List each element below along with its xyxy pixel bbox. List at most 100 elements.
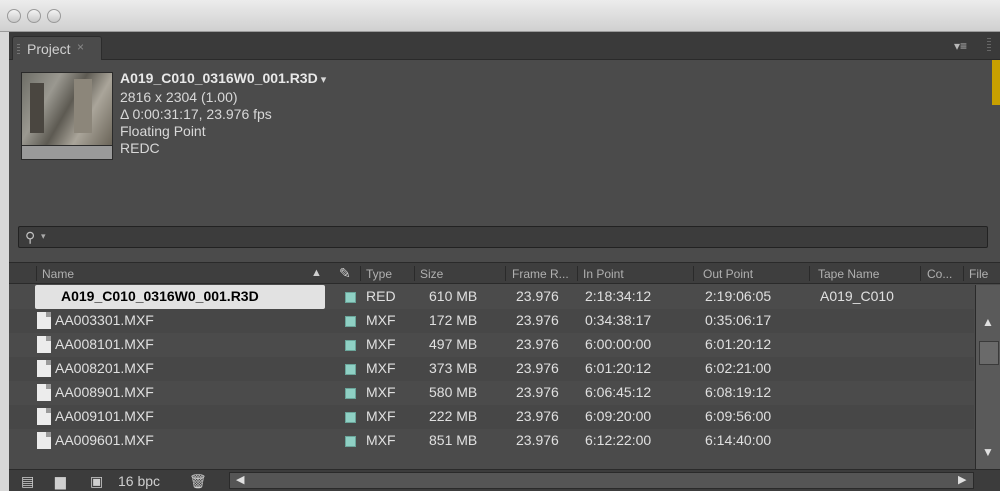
panel-tabbar: Project × ▾≡ — [9, 32, 1000, 60]
row-out-point: 6:14:40:00 — [705, 432, 772, 448]
column-separator[interactable] — [360, 266, 361, 281]
row-out-point: 6:09:56:00 — [705, 408, 772, 424]
row-out-point: 6:01:20:12 — [705, 336, 772, 352]
row-type: MXF — [366, 384, 396, 400]
close-window-button[interactable] — [7, 9, 21, 23]
column-type[interactable]: Type — [366, 267, 392, 281]
row-out-point: 6:08:19:12 — [705, 384, 772, 400]
table-row[interactable]: A019_C010_0316W0_001.R3D RED 610 MB 23.9… — [9, 285, 974, 309]
table-row[interactable]: AA003301.MXF MXF 172 MB 23.976 0:34:38:1… — [9, 309, 974, 333]
tab-grip-icon[interactable] — [17, 44, 20, 54]
column-in-point[interactable]: In Point — [583, 267, 624, 281]
label-tag-icon[interactable]: ✎ — [339, 265, 351, 282]
row-type: RED — [366, 288, 396, 304]
row-size: 580 MB — [429, 384, 478, 400]
row-name: AA009101.MXF — [55, 408, 154, 424]
column-separator[interactable] — [505, 266, 506, 281]
label-swatch[interactable] — [345, 364, 356, 375]
search-options-icon[interactable]: ▾ — [41, 231, 46, 242]
column-separator[interactable] — [963, 266, 964, 281]
column-file[interactable]: File — [969, 267, 988, 281]
column-size[interactable]: Size — [420, 267, 443, 281]
row-out-point: 6:02:21:00 — [705, 360, 772, 376]
bpc-label[interactable]: 16 bpc — [118, 473, 160, 489]
scroll-up-icon[interactable]: ▲ — [982, 315, 994, 329]
zoom-window-button[interactable] — [47, 9, 61, 23]
label-swatch[interactable] — [345, 340, 356, 351]
column-separator[interactable] — [693, 266, 694, 281]
row-name: AA009601.MXF — [55, 432, 154, 448]
column-separator[interactable] — [414, 266, 415, 281]
trash-icon[interactable]: 🗑 — [189, 473, 207, 490]
vertical-scrollbar[interactable]: ▲ ▼ — [975, 285, 1000, 481]
row-frame-rate: 23.976 — [516, 288, 559, 304]
row-frame-rate: 23.976 — [516, 336, 559, 352]
new-folder-icon[interactable]: ▆ — [55, 473, 66, 490]
label-swatch[interactable] — [345, 436, 356, 447]
row-name: AA008901.MXF — [55, 384, 154, 400]
column-separator[interactable] — [577, 266, 578, 281]
row-type: MXF — [366, 312, 396, 328]
new-composition-icon[interactable]: ▣ — [90, 473, 103, 490]
panel-grip-icon[interactable] — [987, 38, 991, 52]
column-tape-name[interactable]: Tape Name — [818, 267, 879, 281]
tab-close-icon[interactable]: × — [77, 40, 84, 54]
panel-menu-icon[interactable]: ▾≡ — [954, 39, 967, 53]
chevron-down-icon[interactable]: ▾ — [321, 74, 327, 86]
info-filename: A019_C010_0316W0_001.R3D — [120, 70, 318, 86]
column-comment[interactable]: Co... — [927, 267, 952, 281]
table-row[interactable]: AA008101.MXF MXF 497 MB 23.976 6:00:00:0… — [9, 333, 974, 357]
column-frame-rate[interactable]: Frame R... — [512, 267, 569, 281]
table-row[interactable]: AA008201.MXF MXF 373 MB 23.976 6:01:20:1… — [9, 357, 974, 381]
label-swatch[interactable] — [345, 292, 356, 303]
label-swatch[interactable] — [345, 412, 356, 423]
row-frame-rate: 23.976 — [516, 312, 559, 328]
thumbnail-bar — [22, 145, 112, 159]
column-separator[interactable] — [920, 266, 921, 281]
column-name[interactable]: Name — [42, 267, 74, 281]
table-row[interactable]: AA008901.MXF MXF 580 MB 23.976 6:06:45:1… — [9, 381, 974, 405]
table-row[interactable]: AA009601.MXF MXF 851 MB 23.976 6:12:22:0… — [9, 429, 974, 453]
search-icon[interactable]: ⚲ — [25, 229, 35, 246]
info-duration: Δ 0:00:31:17, 23.976 fps — [120, 106, 272, 122]
tab-label: Project — [27, 41, 71, 57]
scroll-right-icon[interactable]: ▶ — [958, 473, 966, 486]
tab-project[interactable]: Project × — [12, 36, 102, 60]
column-out-point[interactable]: Out Point — [703, 267, 753, 281]
row-name: AA008101.MXF — [55, 336, 154, 352]
scroll-down-icon[interactable]: ▼ — [982, 445, 994, 459]
row-size: 851 MB — [429, 432, 478, 448]
row-frame-rate: 23.976 — [516, 384, 559, 400]
item-info: A019_C010_0316W0_001.R3D ▾ 2816 x 2304 (1… — [120, 70, 326, 157]
row-in-point: 6:09:20:00 — [585, 408, 652, 424]
column-separator[interactable] — [36, 266, 37, 281]
row-frame-rate: 23.976 — [516, 408, 559, 424]
row-name: AA008201.MXF — [55, 360, 154, 376]
search-input[interactable]: ⚲ ▾ — [18, 226, 988, 248]
column-separator[interactable] — [809, 266, 810, 281]
project-file-list: A019_C010_0316W0_001.R3D RED 610 MB 23.9… — [9, 285, 1000, 456]
info-depth: Floating Point — [120, 123, 206, 139]
row-out-point: 2:19:06:05 — [705, 288, 772, 304]
row-type: MXF — [366, 336, 396, 352]
horizontal-scrollbar[interactable]: ◀ ▶ — [229, 472, 974, 489]
minimize-window-button[interactable] — [27, 9, 41, 23]
row-name: A019_C010_0316W0_001.R3D — [35, 285, 325, 309]
clip-thumbnail — [21, 72, 113, 160]
window-titlebar — [0, 0, 1000, 32]
label-swatch[interactable] — [345, 388, 356, 399]
row-frame-rate: 23.976 — [516, 360, 559, 376]
label-swatch[interactable] — [345, 316, 356, 327]
thumbnail-image — [22, 73, 112, 145]
sort-ascending-icon[interactable]: ▲ — [311, 267, 322, 279]
row-frame-rate: 23.976 — [516, 432, 559, 448]
project-panel: Project × ▾≡ A019_C010_0316W0_001.R3D ▾ 2… — [9, 32, 1000, 491]
row-name: AA003301.MXF — [55, 312, 154, 328]
interpret-footage-icon[interactable]: ▤ — [21, 473, 34, 490]
scroll-left-icon[interactable]: ◀ — [236, 473, 244, 486]
row-size: 497 MB — [429, 336, 478, 352]
table-row[interactable]: AA009101.MXF MXF 222 MB 23.976 6:09:20:0… — [9, 405, 974, 429]
row-out-point: 0:35:06:17 — [705, 312, 772, 328]
scrollbar-thumb[interactable] — [979, 341, 999, 365]
column-header: Name ▲ ✎ Type Size Frame R... In Point O… — [9, 262, 1000, 284]
